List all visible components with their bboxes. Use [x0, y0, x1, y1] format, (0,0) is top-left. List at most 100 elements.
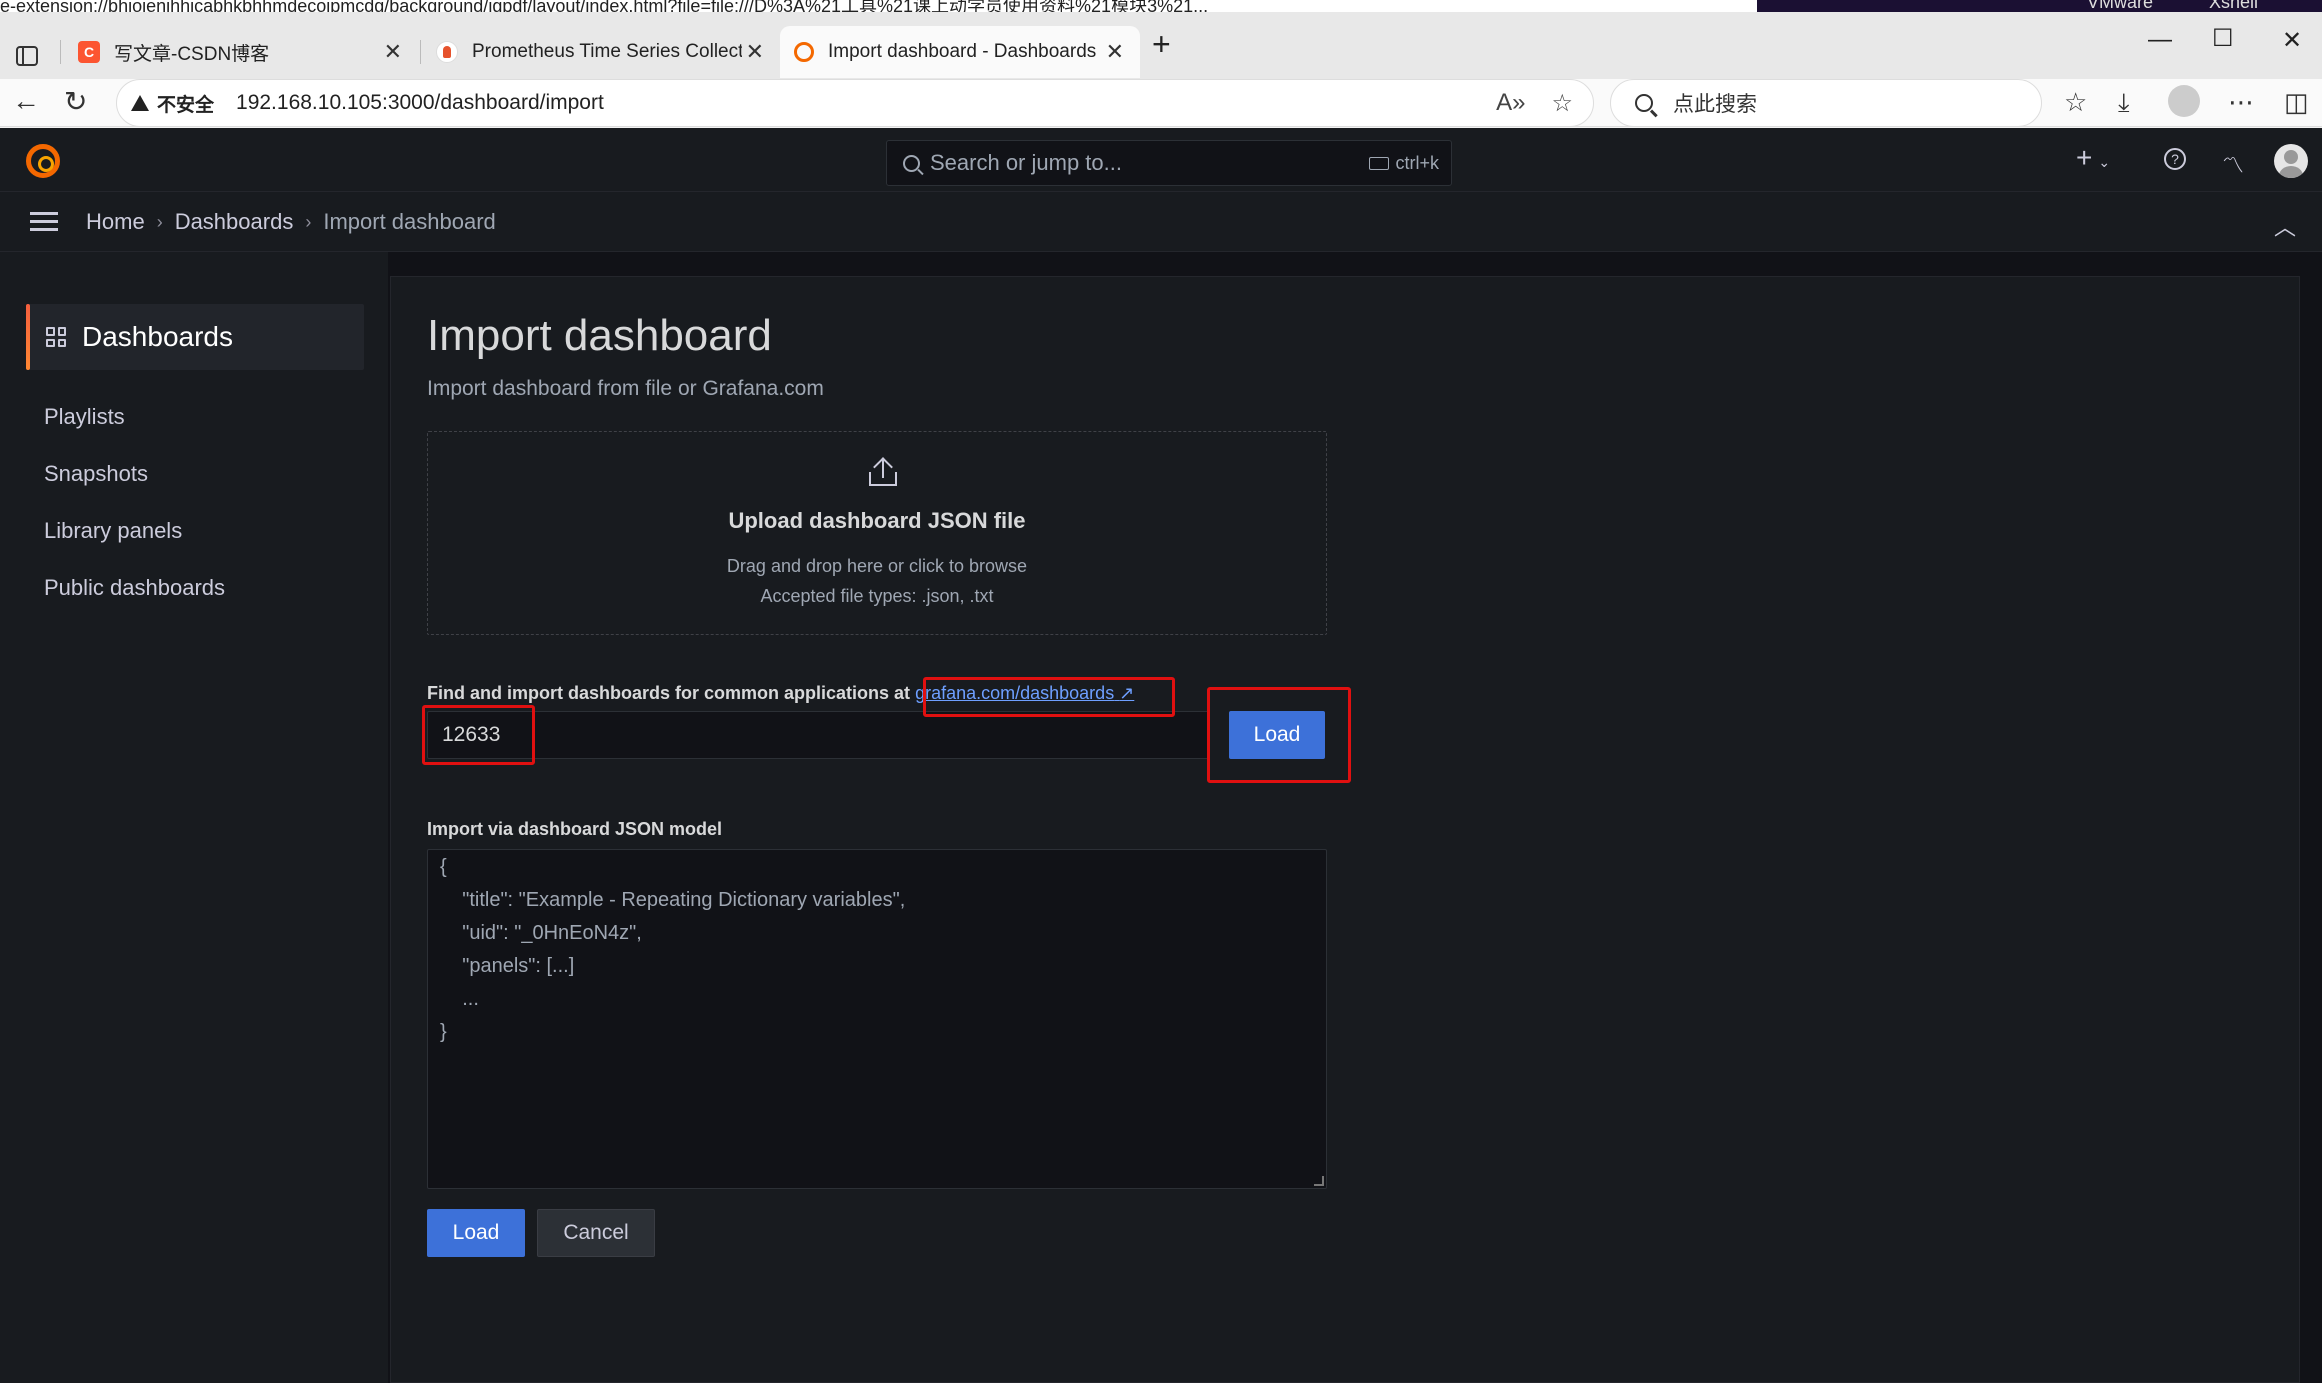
keyboard-shortcut: ctrl+k — [1369, 153, 1439, 174]
sidebar-item-public-dashboards[interactable]: Public dashboards — [44, 575, 225, 601]
read-aloud-icon[interactable]: A» — [1496, 89, 1525, 118]
search-icon — [903, 154, 920, 172]
upload-file-types: Accepted file types: .json, .txt — [760, 586, 994, 606]
find-label-text: Find and import dashboards for common ap… — [427, 683, 911, 703]
page-subtitle: Import dashboard from file or Grafana.co… — [427, 377, 824, 400]
upload-description: Drag and drop here or click to browse — [726, 556, 1028, 576]
breadcrumb-home[interactable]: Home — [86, 209, 145, 235]
sidebar-toggle-icon[interactable]: ◫ — [2284, 87, 2309, 118]
upload-title: Upload dashboard JSON file — [728, 508, 1026, 533]
search-icon — [1635, 94, 1653, 112]
cancel-button[interactable]: Cancel — [537, 1209, 655, 1257]
sidebar-section-label: Dashboards — [82, 321, 233, 352]
chevron-down-icon: ⌄ — [2098, 154, 2111, 170]
annotation-box-id — [422, 705, 535, 765]
json-line: "uid": "_0HnEoN4z", — [440, 922, 642, 944]
news-feed-icon[interactable]: 〽 — [2222, 148, 2244, 180]
favorite-star-icon[interactable]: ☆ — [1551, 89, 1573, 118]
favorites-icon[interactable]: ☆ — [2064, 87, 2087, 118]
add-label: + — [2076, 142, 2093, 173]
os-top-strip: e-extension://bhjoienjhhicabhkbhhmdecoip… — [0, 0, 2322, 12]
sidebar-item-snapshots[interactable]: Snapshots — [44, 461, 148, 487]
more-options-icon[interactable]: ⋯ — [2228, 87, 2254, 118]
sidebar-item-dashboards[interactable]: Dashboards — [26, 304, 364, 370]
apps-grid-icon — [46, 327, 66, 347]
browser-address-bar: ← ↻ 不安全 192.168.10.105:3000/dashboard/im… — [0, 79, 2322, 127]
url-text[interactable]: 192.168.10.105:3000/dashboard/import — [236, 91, 604, 115]
breadcrumb-dashboards[interactable]: Dashboards — [175, 209, 294, 235]
shortcut-label: ctrl+k — [1395, 152, 1439, 173]
dashboard-id-input[interactable]: 12633 — [427, 711, 1209, 759]
json-line: "title": "Example - Repeating Dictionary… — [440, 889, 906, 911]
tab-separator — [60, 40, 61, 64]
grafana-search-input[interactable]: Search or jump to... ctrl+k — [886, 140, 1452, 186]
chevron-right-icon: › — [156, 211, 163, 232]
grafana-sidebar: Dashboards Playlists Snapshots Library p… — [0, 252, 388, 1383]
grafana-breadcrumb-bar: Home › Dashboards › Import dashboard ︿ — [0, 192, 2322, 252]
json-line: } — [440, 1021, 447, 1043]
tab-grafana-import[interactable]: Import dashboard - Dashboards - ✕ — [780, 26, 1140, 78]
load-json-button[interactable]: Load — [427, 1209, 525, 1257]
omnibox-actions: A» ☆ — [1496, 89, 1573, 118]
url-omnibox[interactable]: 不安全 192.168.10.105:3000/dashboard/import… — [116, 79, 1594, 127]
search-placeholder: 点此搜索 — [1673, 93, 1757, 116]
chevron-up-icon[interactable]: ︿ — [2274, 210, 2296, 242]
annotation-box-load — [1207, 687, 1351, 783]
add-new-button[interactable]: + ⌄ — [2076, 142, 2110, 174]
browser-search-box[interactable]: 点此搜索 — [1610, 79, 2042, 127]
profile-avatar[interactable] — [2168, 85, 2200, 117]
tab-csdn[interactable]: C 写文章-CSDN博客 ✕ — [64, 26, 418, 78]
security-indicator[interactable]: 不安全 — [131, 90, 214, 117]
sidebar-item-library-panels[interactable]: Library panels — [44, 518, 182, 544]
annotation-box-link — [923, 677, 1175, 717]
user-avatar[interactable] — [2274, 144, 2308, 178]
menu-icon[interactable] — [30, 212, 58, 232]
new-tab-button[interactable]: + — [1152, 26, 1171, 63]
tab-label: Prometheus Time Series Collectio — [472, 41, 742, 62]
breadcrumb: Home › Dashboards › Import dashboard — [86, 192, 496, 252]
browser-tab-bar: C 写文章-CSDN博客 ✕ Prometheus Time Series Co… — [0, 12, 2322, 79]
vmware-label[interactable]: VMware — [2087, 0, 2153, 12]
json-line: "panels": [...] — [440, 955, 575, 977]
taskbar-apps: VMware Xshell — [1757, 0, 2322, 12]
download-icon[interactable]: ⤓ — [2118, 87, 2130, 119]
background-url-fragment: e-extension://bhjoienjhhicabhkbhhmdecoip… — [0, 0, 1209, 12]
back-arrow-icon[interactable]: ← — [12, 85, 40, 117]
json-line: { — [440, 856, 447, 878]
import-page-panel: Import dashboard Import dashboard from f… — [390, 276, 2300, 1383]
breadcrumb-current: Import dashboard — [323, 209, 496, 234]
minimize-button[interactable]: — — [2148, 26, 2172, 54]
insecure-label: 不安全 — [157, 94, 215, 116]
resize-handle[interactable] — [1314, 1176, 1324, 1186]
grafana-app: Search or jump to... ctrl+k + ⌄ ? 〽 Home … — [0, 128, 2322, 1383]
window-close-button[interactable]: ✕ — [2282, 26, 2302, 55]
csdn-icon: C — [78, 41, 100, 63]
tab-actions-icon[interactable] — [16, 46, 38, 66]
json-model-textarea[interactable]: { "title": "Example - Repeating Dictiona… — [427, 849, 1327, 1189]
reload-icon[interactable]: ↻ — [64, 85, 87, 118]
chevron-right-icon: › — [305, 211, 312, 232]
grafana-top-bar: Search or jump to... ctrl+k + ⌄ ? 〽 — [0, 128, 2322, 192]
maximize-button[interactable]: ☐ — [2212, 24, 2234, 53]
sidebar-item-playlists[interactable]: Playlists — [44, 404, 125, 430]
help-icon[interactable]: ? — [2164, 148, 2186, 170]
upload-dropzone[interactable]: Upload dashboard JSON file Drag and drop… — [427, 431, 1327, 635]
warning-icon — [131, 95, 149, 111]
tab-label: Import dashboard - Dashboards - — [828, 41, 1098, 62]
close-icon[interactable]: ✕ — [1106, 39, 1124, 65]
keyboard-icon — [1369, 156, 1390, 170]
upload-icon — [869, 457, 897, 486]
search-placeholder: Search or jump to... — [930, 150, 1122, 175]
json-line: ... — [440, 988, 479, 1010]
tab-prometheus[interactable]: Prometheus Time Series Collectio ✕ — [422, 26, 780, 78]
json-model-label: Import via dashboard JSON model — [427, 819, 723, 839]
close-icon[interactable]: ✕ — [746, 39, 764, 65]
close-icon[interactable]: ✕ — [384, 39, 402, 65]
tab-separator — [420, 40, 421, 64]
tab-label: 写文章-CSDN博客 — [114, 43, 270, 65]
xshell-label[interactable]: Xshell — [2209, 0, 2258, 12]
grafana-icon — [794, 42, 814, 62]
prometheus-icon — [436, 41, 458, 63]
page-title: Import dashboard — [427, 311, 772, 360]
grafana-logo-icon[interactable] — [26, 144, 60, 178]
